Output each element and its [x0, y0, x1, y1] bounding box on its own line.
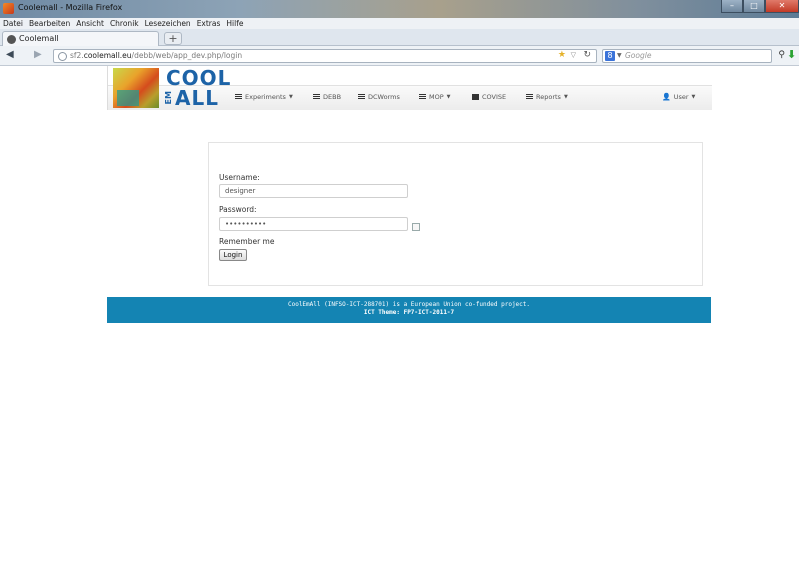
menu-hilfe[interactable]: Hilfe: [226, 19, 243, 28]
logo-text-em: EM: [164, 91, 173, 105]
menu-datei[interactable]: Datei: [3, 19, 23, 28]
list-icon: [313, 94, 320, 100]
list-icon: [235, 94, 242, 100]
bookmark-star-icon[interactable]: ★: [558, 50, 566, 60]
close-button[interactable]: ✕: [765, 0, 799, 13]
menu-lesezeichen[interactable]: Lesezeichen: [145, 19, 191, 28]
user-icon: 👤: [662, 93, 671, 101]
engine-dropdown-icon[interactable]: ▼: [617, 52, 622, 59]
logo-text-all: ALL: [175, 86, 219, 110]
window-title: Coolemall - Mozilla Firefox: [18, 3, 123, 12]
download-icon[interactable]: ⬇: [787, 48, 796, 61]
menu-chronik[interactable]: Chronik: [110, 19, 139, 28]
footer-funding-text: CoolEmAll (INFSO-ICT-288701) is a Europe…: [287, 301, 531, 308]
new-tab-button[interactable]: +: [164, 32, 182, 45]
tab-coolemall[interactable]: Coolemall: [2, 31, 159, 46]
window-titlebar: Coolemall - Mozilla Firefox – □ ✕: [0, 0, 799, 18]
url-text: sf2.coolemall.eu/debb/web/app_dev.php/lo…: [70, 51, 243, 60]
search-placeholder: Google: [625, 51, 652, 60]
menu-ansicht[interactable]: Ansicht: [76, 19, 104, 28]
nav-experiments[interactable]: Experiments ▼: [235, 93, 293, 101]
site-header: COOL EM ALL Experiments ▼ DEBB DCWorms M…: [107, 66, 712, 110]
login-form: Username: designer Password: •••••••••• …: [208, 142, 703, 286]
caret-down-icon: ▼: [446, 94, 451, 100]
remember-checkbox[interactable]: [412, 223, 420, 231]
site-footer: CoolEmAll (INFSO-ICT-288701) is a Europe…: [107, 297, 711, 323]
url-dropdown-icon[interactable]: ▽: [571, 51, 576, 59]
hdd-icon: [472, 94, 479, 100]
window-controls: – □ ✕: [721, 0, 799, 14]
search-bar[interactable]: 8 ▼ Google ⚲: [602, 49, 785, 63]
footer-theme-text: ICT Theme: FP7-ICT-2011-7: [363, 309, 455, 316]
username-input[interactable]: designer: [219, 184, 408, 198]
nav-debb[interactable]: DEBB: [313, 93, 341, 101]
list-icon: [526, 94, 533, 100]
page-viewport: COOL EM ALL Experiments ▼ DEBB DCWorms M…: [0, 66, 799, 578]
maximize-button[interactable]: □: [743, 0, 765, 13]
list-icon: [419, 94, 426, 100]
caret-down-icon: ▼: [563, 94, 568, 100]
username-label: Username:: [219, 173, 260, 182]
nav-dcworms[interactable]: DCWorms: [358, 93, 400, 101]
nav-reports[interactable]: Reports ▼: [526, 93, 568, 101]
list-icon: [358, 94, 365, 100]
minimize-button[interactable]: –: [721, 0, 743, 13]
forward-icon[interactable]: ▶: [34, 50, 42, 60]
menu-bearbeiten[interactable]: Bearbeiten: [29, 19, 70, 28]
favicon-icon: [7, 35, 16, 44]
address-bar[interactable]: sf2.coolemall.eu/debb/web/app_dev.php/lo…: [53, 49, 597, 63]
nav-covise[interactable]: COVISE: [472, 93, 506, 101]
remember-label: Remember me: [219, 237, 275, 246]
back-icon[interactable]: ◀: [6, 50, 14, 60]
password-label: Password:: [219, 205, 257, 214]
reload-icon[interactable]: ↻: [583, 50, 591, 60]
tab-strip: Coolemall +: [0, 29, 799, 46]
navigation-toolbar: ◀ ▶ sf2.coolemall.eu/debb/web/app_dev.ph…: [0, 46, 799, 66]
nav-user-menu[interactable]: 👤 User ▼: [662, 93, 695, 101]
logo-text-cool: COOL: [166, 66, 232, 90]
menu-extras[interactable]: Extras: [197, 19, 221, 28]
coolemall-logo[interactable]: COOL EM ALL: [113, 68, 235, 110]
search-icon[interactable]: ⚲: [778, 50, 785, 60]
browser-menubar: Datei Bearbeiten Ansicht Chronik Lesezei…: [0, 18, 799, 29]
logo-image-accent: [117, 90, 139, 106]
google-engine-icon[interactable]: 8: [605, 51, 615, 61]
tab-label: Coolemall: [19, 34, 59, 43]
caret-down-icon: ▼: [691, 94, 696, 100]
firefox-icon: [3, 3, 14, 14]
nav-mop[interactable]: MOP ▼: [419, 93, 451, 101]
site-identity-icon[interactable]: [58, 52, 67, 61]
password-input[interactable]: ••••••••••: [219, 217, 408, 231]
login-button[interactable]: Login: [219, 249, 247, 261]
caret-down-icon: ▼: [288, 94, 293, 100]
